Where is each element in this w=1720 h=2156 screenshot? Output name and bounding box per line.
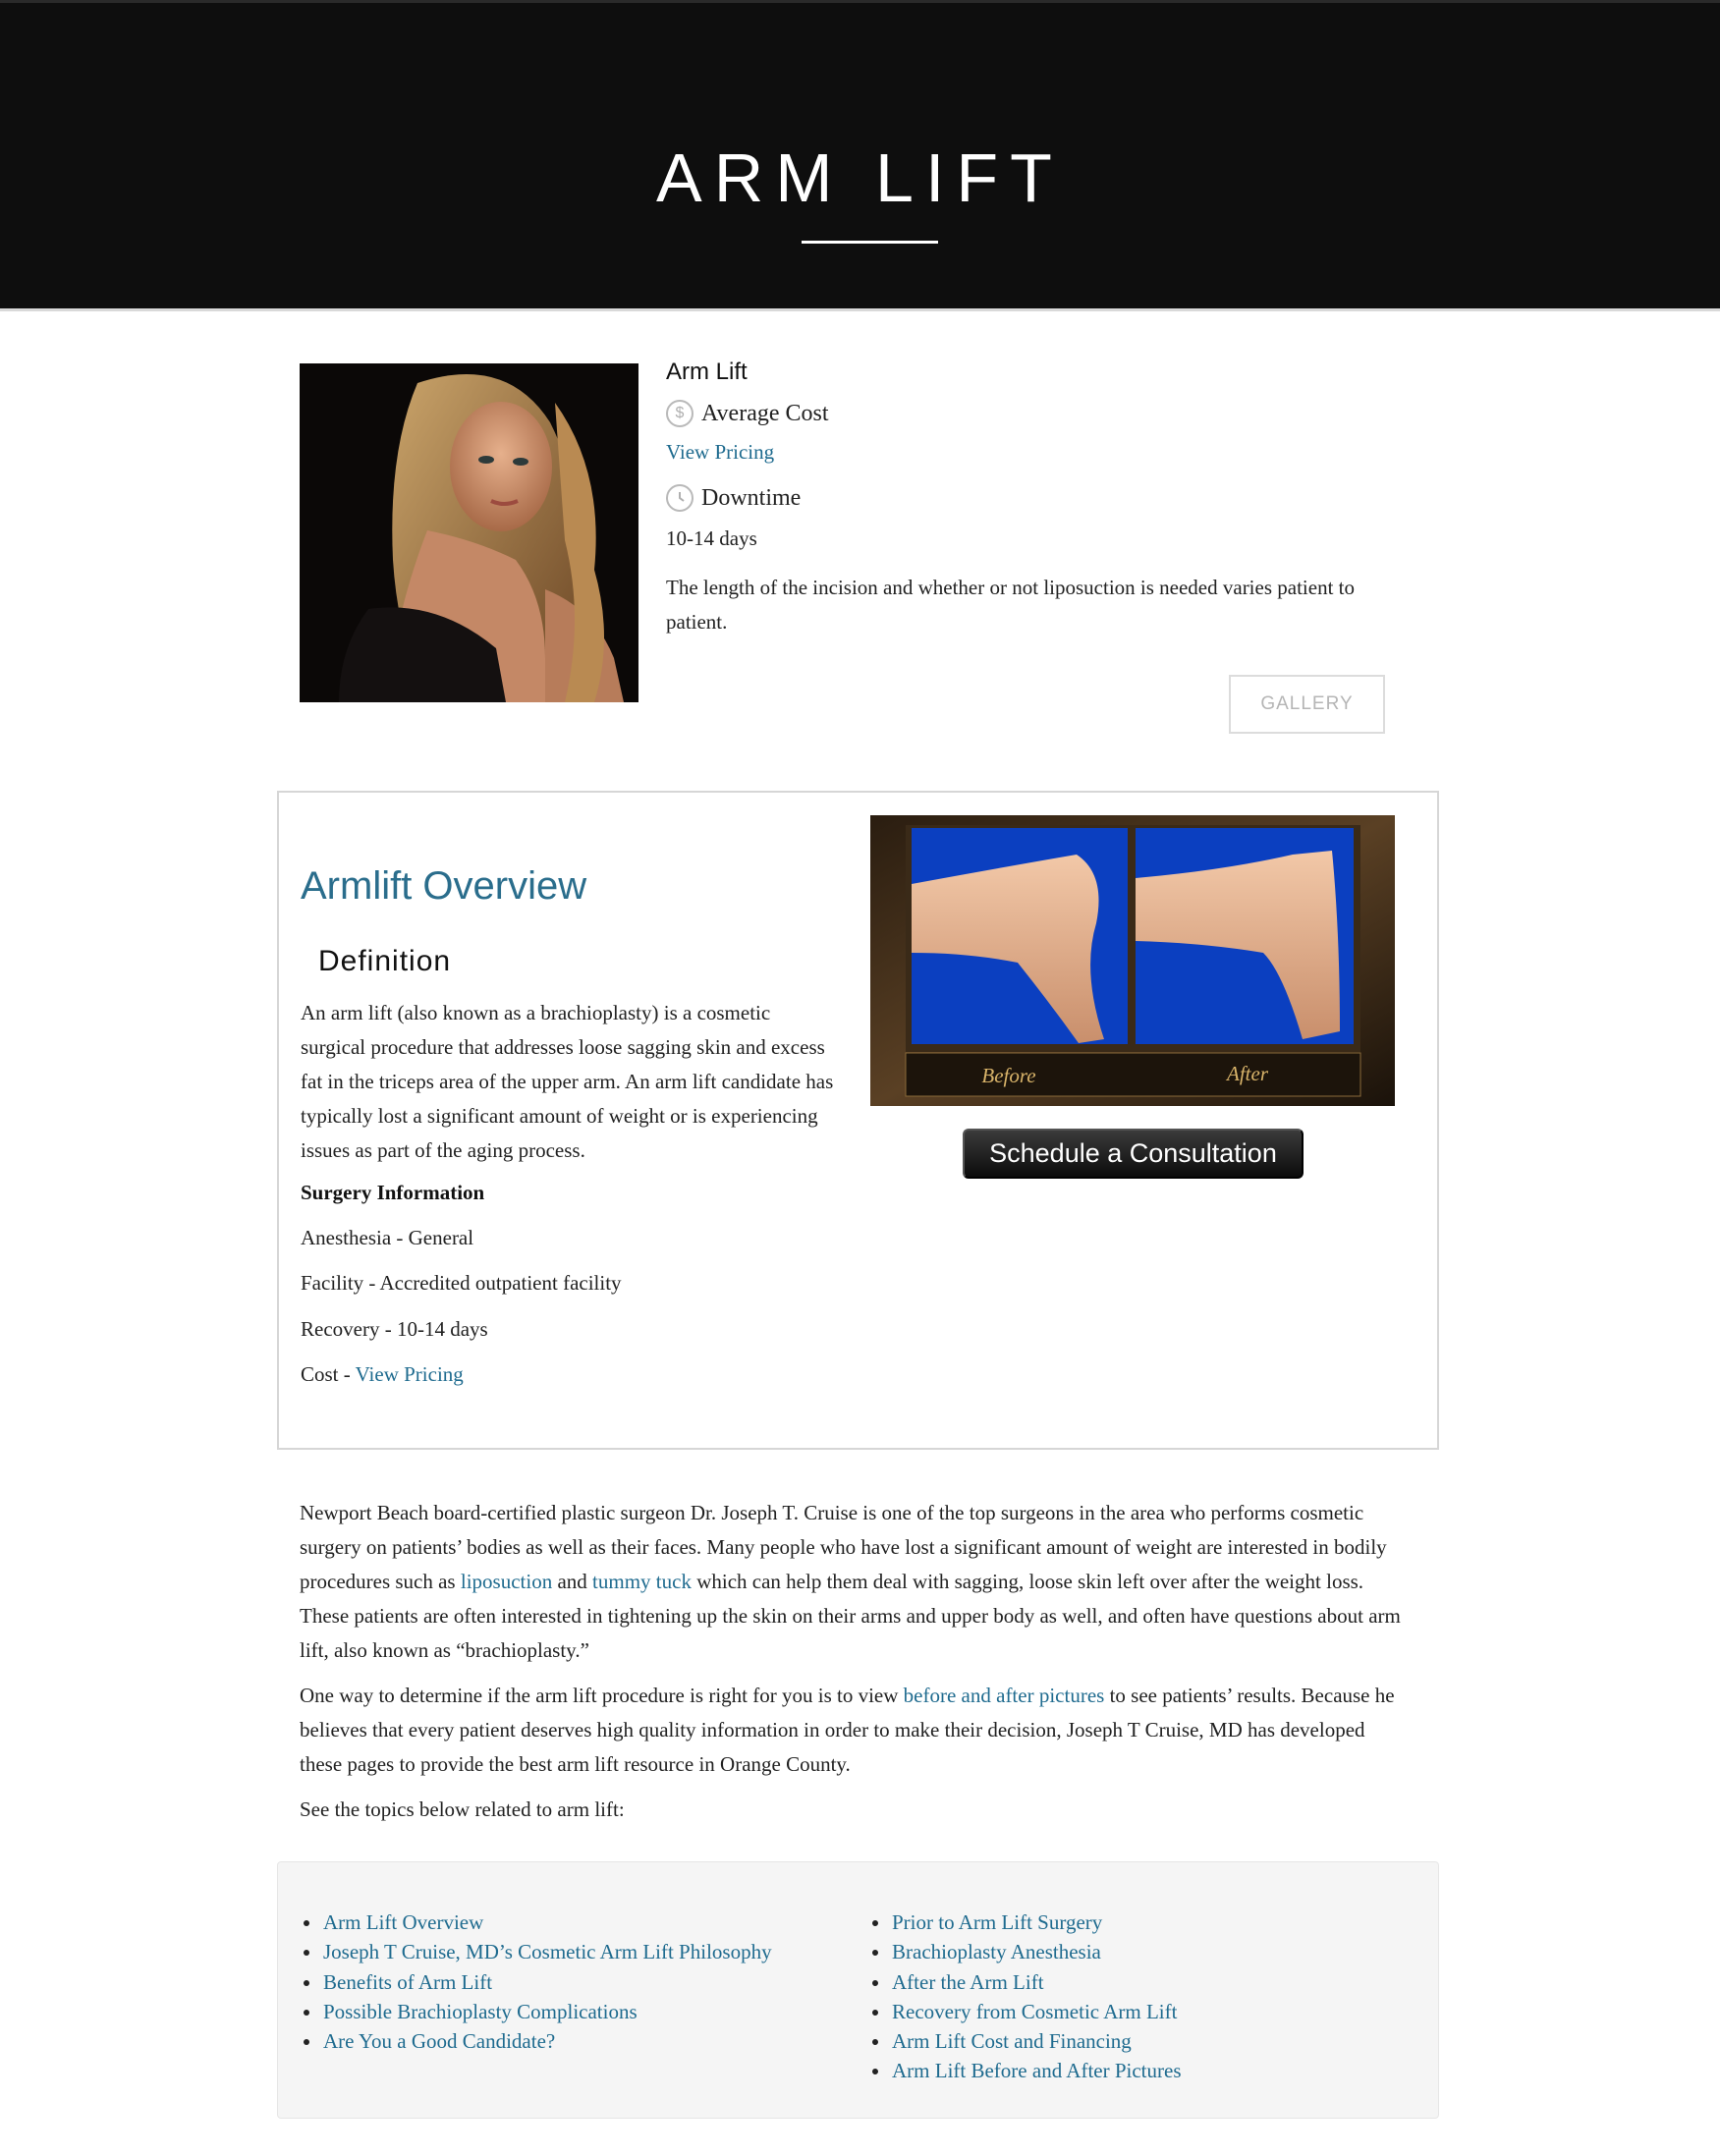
topic-link[interactable]: Arm Lift Before and After Pictures xyxy=(869,2056,1182,2085)
average-cost-label: Average Cost xyxy=(701,401,829,426)
tummy-tuck-link[interactable]: tummy tuck xyxy=(592,1570,692,1593)
topics-list-left: Arm Lift Overview Joseph T Cruise, MD’s … xyxy=(301,1907,772,2056)
recovery-info: Recovery - 10-14 days xyxy=(301,1317,488,1341)
gallery-button[interactable]: GALLERY xyxy=(1229,675,1385,734)
liposuction-link[interactable]: liposuction xyxy=(461,1570,552,1593)
topic-link[interactable]: Prior to Arm Lift Surgery xyxy=(869,1907,1182,1937)
before-after-photo: Before After xyxy=(870,815,1395,1106)
topic-link[interactable]: Arm Lift Overview xyxy=(301,1907,772,1937)
overview-section: Armlift Overview Definition An arm lift … xyxy=(277,791,1439,1450)
before-after-pictures-link[interactable]: before and after pictures xyxy=(904,1684,1105,1707)
schedule-consultation-button[interactable]: Schedule a Consultation xyxy=(963,1129,1304,1179)
anesthesia-info: Anesthesia - General xyxy=(301,1226,474,1249)
downtime-row: Downtime xyxy=(666,482,1393,514)
view-pricing-link[interactable]: View Pricing xyxy=(666,437,1393,467)
topic-link[interactable]: Arm Lift Cost and Financing xyxy=(869,2026,1182,2056)
clock-icon xyxy=(666,484,694,512)
downtime-label: Downtime xyxy=(701,485,802,511)
body-paragraph-2: One way to determine if the arm lift pro… xyxy=(300,1679,1410,1782)
before-after-image: Before After xyxy=(870,815,1395,1106)
topics-list-right: Prior to Arm Lift Surgery Brachioplasty … xyxy=(869,1907,1182,2086)
topic-link[interactable]: Benefits of Arm Lift xyxy=(301,1967,772,1997)
procedure-description: The length of the incision and whether o… xyxy=(666,576,1355,634)
surgery-info-heading: Surgery Information xyxy=(301,1181,485,1204)
body-text: and xyxy=(552,1570,593,1593)
page-title: ARM LIFT xyxy=(656,139,1064,216)
topic-link[interactable]: Joseph T Cruise, MD’s Cosmetic Arm Lift … xyxy=(301,1937,772,1966)
topics-intro: See the topics below related to arm lift… xyxy=(300,1797,625,1821)
topic-link[interactable]: After the Arm Lift xyxy=(869,1967,1182,1997)
procedure-photo xyxy=(300,363,638,702)
before-label: Before xyxy=(981,1064,1035,1087)
topics-box: Arm Lift Overview Joseph T Cruise, MD’s … xyxy=(277,1861,1439,2119)
definition-heading: Definition xyxy=(318,945,452,977)
downtime-value: 10-14 days xyxy=(666,526,757,550)
cost-label: Cost - xyxy=(301,1362,356,1386)
topic-link[interactable]: Are You a Good Candidate? xyxy=(301,2026,772,2056)
topic-link[interactable]: Recovery from Cosmetic Arm Lift xyxy=(869,1997,1182,2026)
cost-info: Cost - View Pricing xyxy=(301,1357,464,1392)
average-cost-row: $ Average Cost xyxy=(666,398,1393,429)
topic-link[interactable]: Brachioplasty Anesthesia xyxy=(869,1937,1182,1966)
hero-banner: ARM LIFT xyxy=(0,0,1720,311)
topic-link[interactable]: Possible Brachioplasty Complications xyxy=(301,1997,772,2026)
definition-text: An arm lift (also known as a brachioplas… xyxy=(301,1001,834,1162)
body-paragraph-1: Newport Beach board-certified plastic su… xyxy=(300,1496,1410,1668)
after-label: After xyxy=(1225,1062,1269,1085)
title-underline xyxy=(802,241,938,244)
overview-title: Armlift Overview xyxy=(301,864,587,908)
procedure-name: Arm Lift xyxy=(666,359,748,385)
procedure-summary: Arm Lift $ Average Cost View Pricing Dow… xyxy=(666,357,1393,639)
cost-view-pricing-link[interactable]: View Pricing xyxy=(356,1362,464,1386)
body-text: One way to determine if the arm lift pro… xyxy=(300,1684,904,1707)
model-portrait-image xyxy=(300,363,638,702)
facility-info: Facility - Accredited outpatient facilit… xyxy=(301,1271,622,1295)
dollar-icon: $ xyxy=(666,400,694,427)
